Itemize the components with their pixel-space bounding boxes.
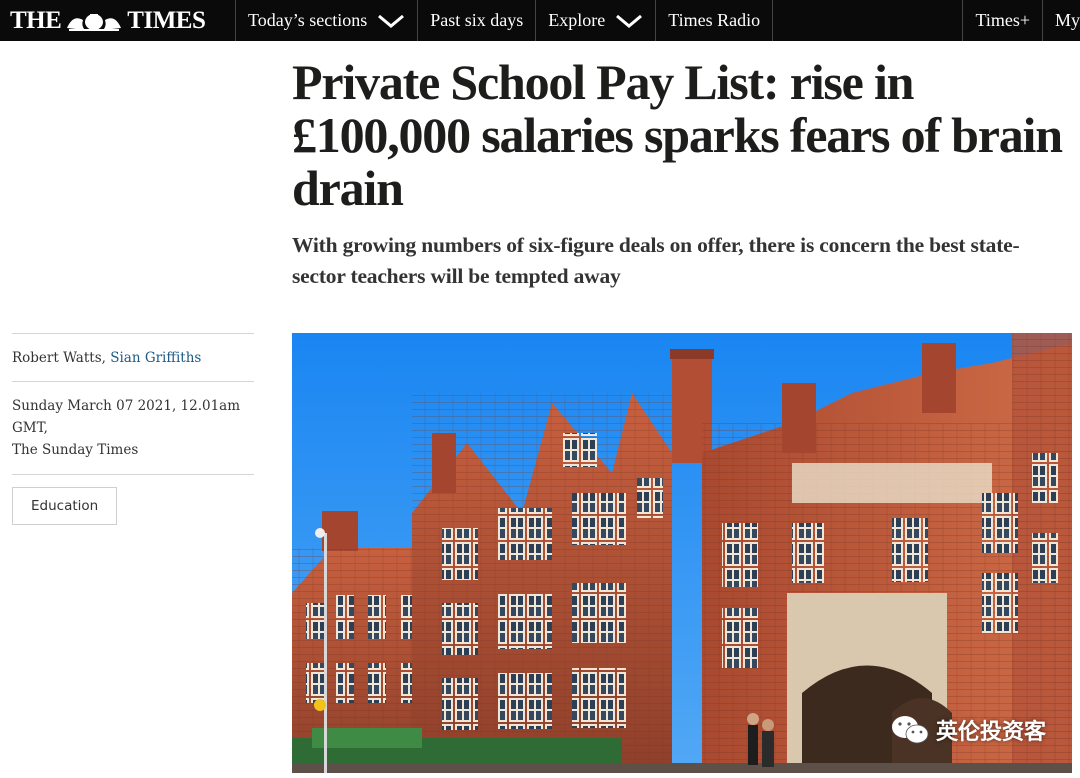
nav-times-radio-label: Times Radio <box>668 10 761 30</box>
top-navigation: THE TIMES Today’s sections Past six days… <box>0 0 1080 41</box>
royal-crest-icon <box>67 13 122 31</box>
watermark: 英伦投资客 <box>890 713 1046 747</box>
divider <box>12 474 254 475</box>
logo-text-right: TIMES <box>127 6 206 34</box>
wechat-icon <box>891 716 929 744</box>
tag-education-button[interactable]: Education <box>12 487 118 525</box>
nav-past-six-days[interactable]: Past six days <box>418 0 537 41</box>
article-standfirst: With growing numbers of six-figure deals… <box>292 233 1020 288</box>
chevron-down-icon <box>616 14 643 28</box>
nav-times-plus-label: Times+ <box>975 10 1030 30</box>
nav-my-account-label: My <box>1054 10 1080 30</box>
nav-todays-sections[interactable]: Today’s sections <box>236 0 419 41</box>
nav-past-six-days-label: Past six days <box>430 10 524 30</box>
byline: Robert Watts, Sian Griffiths <box>12 334 254 381</box>
nav-explore[interactable]: Explore <box>536 0 657 41</box>
article-headline: Private School Pay List: rise in £100,00… <box>292 54 1063 216</box>
logo-text-left: THE <box>10 6 62 34</box>
nav-todays-sections-label: Today’s sections <box>248 10 368 30</box>
times-logo[interactable]: THE TIMES <box>0 0 236 41</box>
hero-image: 英伦投资客 <box>292 333 1072 773</box>
article-meta: Robert Watts, Sian Griffiths Sunday Marc… <box>12 333 254 525</box>
author-link[interactable]: Sian Griffiths <box>110 350 201 366</box>
author-name[interactable]: Robert Watts, <box>12 350 106 366</box>
watermark-text: 英伦投资客 <box>935 720 1046 745</box>
publication-name: The Sunday Times <box>12 442 139 458</box>
building-photo <box>292 333 1072 773</box>
chevron-down-icon <box>378 14 405 28</box>
nav-explore-label: Explore <box>548 10 606 30</box>
dateline: Sunday March 07 2021, 12.01am GMT, The S… <box>12 382 254 474</box>
publish-date: Sunday March 07 2021, 12.01am GMT, <box>12 398 241 436</box>
nav-times-plus[interactable]: Times+ <box>962 0 1043 41</box>
nav-my-account[interactable]: My <box>1043 0 1080 41</box>
nav-times-radio[interactable]: Times Radio <box>656 0 774 41</box>
